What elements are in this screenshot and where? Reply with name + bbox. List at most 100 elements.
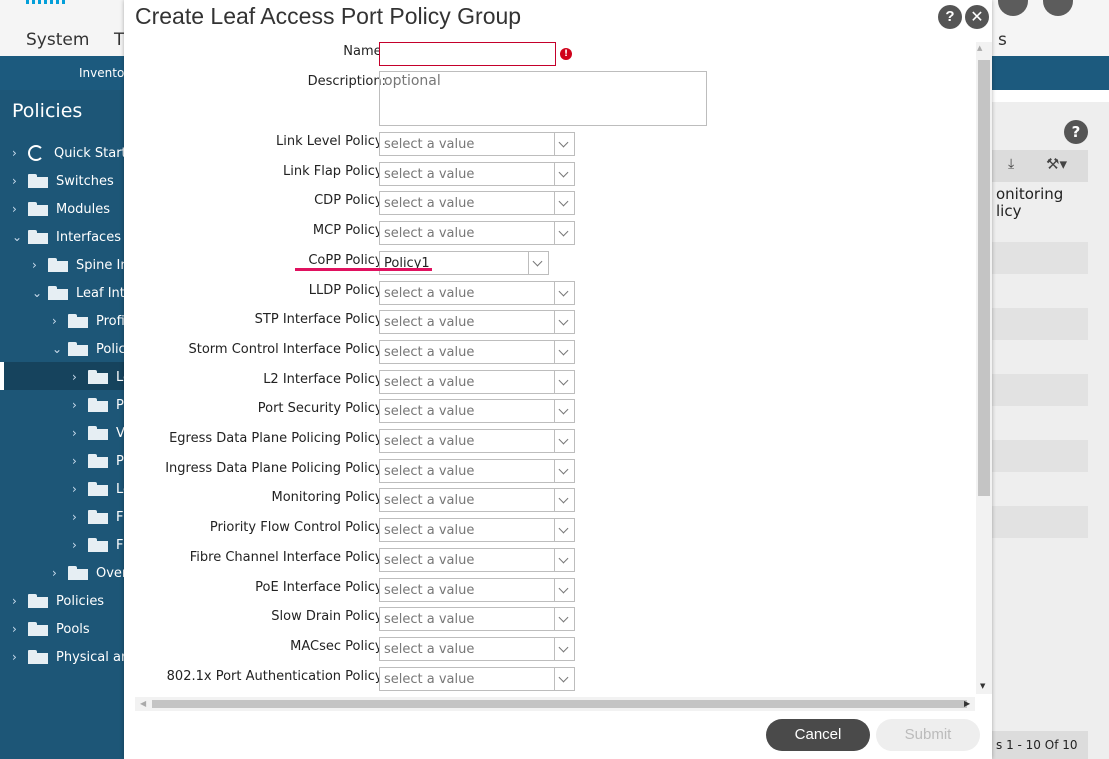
policy-select[interactable]: select a value [379, 280, 575, 305]
chevron-icon[interactable]: › [72, 398, 82, 412]
tree-item[interactable]: › Pools [12, 615, 90, 643]
chevron-down-icon[interactable] [528, 251, 548, 274]
policy-select[interactable]: select a value [379, 429, 575, 453]
policy-select[interactable]: select a value [379, 577, 575, 602]
scroll-right-icon[interactable]: ▶ [964, 699, 970, 708]
tree-item[interactable]: › Spine Int [32, 251, 134, 279]
close-button[interactable]: ✕ [965, 5, 989, 29]
table-row[interactable] [992, 374, 1088, 406]
download-icon[interactable]: ⤓ [1008, 156, 1014, 172]
tree-item[interactable]: › Modules [12, 195, 110, 223]
policy-select[interactable]: select a value [379, 161, 575, 186]
chevron-down-icon[interactable] [554, 519, 574, 542]
chevron-icon[interactable]: › [72, 482, 82, 496]
help-icon[interactable]: ? [1064, 120, 1088, 144]
tree-item[interactable]: ›Po [72, 391, 131, 419]
scroll-up-icon[interactable]: ▲ [977, 44, 982, 52]
chevron-down-icon[interactable] [554, 162, 574, 185]
tab-system[interactable]: System [26, 30, 89, 50]
chevron-icon[interactable]: › [12, 202, 22, 216]
chevron-icon[interactable]: › [12, 146, 22, 160]
cancel-button[interactable]: Cancel [766, 719, 870, 751]
policy-select[interactable]: select a value [379, 488, 575, 513]
chevron-down-icon[interactable] [554, 608, 574, 631]
settings-icon[interactable] [1043, 0, 1073, 16]
horizontal-scrollbar-thumb[interactable] [152, 700, 967, 708]
chevron-down-icon[interactable] [554, 400, 574, 423]
chevron-icon[interactable]: › [72, 370, 82, 384]
policy-select[interactable]: select a value [379, 191, 575, 216]
policy-select[interactable]: select a value [379, 221, 575, 246]
chevron-icon[interactable]: › [32, 258, 42, 272]
chevron-icon[interactable]: › [72, 426, 82, 440]
chevron-down-icon[interactable] [554, 192, 574, 215]
scroll-left-icon[interactable]: ◀ [140, 699, 146, 708]
tree-item[interactable]: › Policies [12, 587, 104, 615]
chevron-icon[interactable]: ⌄ [52, 342, 62, 356]
chevron-down-icon[interactable] [554, 667, 574, 690]
policy-select[interactable]: select a value [379, 132, 575, 156]
policy-select[interactable]: select a value [379, 666, 575, 691]
tree-item[interactable]: › Over [52, 559, 127, 587]
policy-select[interactable]: select a value [379, 310, 575, 335]
chevron-down-icon[interactable] [554, 340, 574, 363]
chevron-down-icon[interactable] [554, 281, 574, 304]
chevron-down-icon[interactable] [554, 311, 574, 334]
chevron-icon[interactable]: › [52, 566, 62, 580]
tree-item[interactable]: › VI [72, 419, 129, 447]
chevron-down-icon[interactable] [554, 133, 574, 155]
tree-item[interactable]: ⌄ Leaf Inte [32, 279, 133, 307]
tools-icon[interactable]: ⚒▾ [1046, 155, 1067, 173]
table-row[interactable] [992, 242, 1088, 274]
subnav-inventory[interactable]: Invento [79, 66, 124, 80]
policy-select[interactable]: select a value [379, 339, 575, 364]
help-button[interactable]: ? [938, 5, 962, 29]
chevron-down-icon[interactable] [554, 370, 574, 393]
chevron-icon[interactable]: › [12, 650, 22, 664]
tree-item[interactable]: ⌄ Polic [52, 335, 126, 363]
chevron-icon[interactable]: ⌄ [32, 286, 42, 300]
policy-select[interactable]: select a value [379, 547, 575, 572]
chevron-down-icon[interactable] [554, 637, 574, 660]
name-input[interactable] [379, 42, 556, 66]
chevron-icon[interactable]: › [12, 622, 22, 636]
tree-item[interactable]: › Profil [52, 307, 128, 335]
chevron-icon[interactable]: › [52, 314, 62, 328]
scroll-down-icon[interactable]: ▼ [980, 682, 985, 690]
chevron-down-icon[interactable] [554, 222, 574, 245]
chevron-down-icon[interactable] [554, 430, 574, 452]
chevron-icon[interactable]: › [72, 538, 82, 552]
chevron-icon[interactable]: › [72, 510, 82, 524]
table-row[interactable] [992, 440, 1088, 472]
chevron-icon[interactable]: › [12, 594, 22, 608]
table-row[interactable] [992, 506, 1088, 538]
chevron-down-icon[interactable] [554, 459, 574, 482]
chevron-icon[interactable]: › [12, 174, 22, 188]
policy-select[interactable]: select a value [379, 458, 575, 483]
chevron-down-icon[interactable] [554, 548, 574, 571]
tree-item[interactable]: ›Po [72, 447, 131, 475]
tab-partial[interactable]: T [114, 30, 124, 50]
tree-item[interactable]: ›Le [72, 475, 131, 503]
vertical-scrollbar-thumb[interactable] [978, 60, 990, 496]
tree-item[interactable]: › Quick Start [12, 139, 127, 167]
policy-select[interactable]: select a value [379, 399, 575, 424]
tree-item[interactable]: ›Le [72, 363, 131, 391]
chevron-icon[interactable]: › [72, 454, 82, 468]
policy-select[interactable]: select a value [379, 518, 575, 543]
policy-select[interactable]: select a value [379, 607, 575, 632]
description-textarea[interactable]: optional [379, 71, 707, 126]
policy-select[interactable]: Policy1 [379, 250, 549, 275]
policy-select[interactable]: select a value [379, 636, 575, 661]
tab-partial-right[interactable]: s [998, 30, 1007, 50]
tree-item[interactable]: ⌄ Interfaces [12, 223, 121, 251]
tree-item[interactable]: › Physical and [12, 643, 137, 671]
chevron-down-icon[interactable] [554, 489, 574, 512]
chevron-down-icon[interactable] [554, 578, 574, 601]
policy-select[interactable]: select a value [379, 369, 575, 394]
tree-item[interactable]: › Switches [12, 167, 114, 195]
submit-button[interactable]: Submit [876, 719, 980, 751]
user-avatar-icon[interactable] [998, 0, 1028, 16]
chevron-icon[interactable]: ⌄ [12, 230, 22, 244]
table-row[interactable] [992, 308, 1088, 340]
